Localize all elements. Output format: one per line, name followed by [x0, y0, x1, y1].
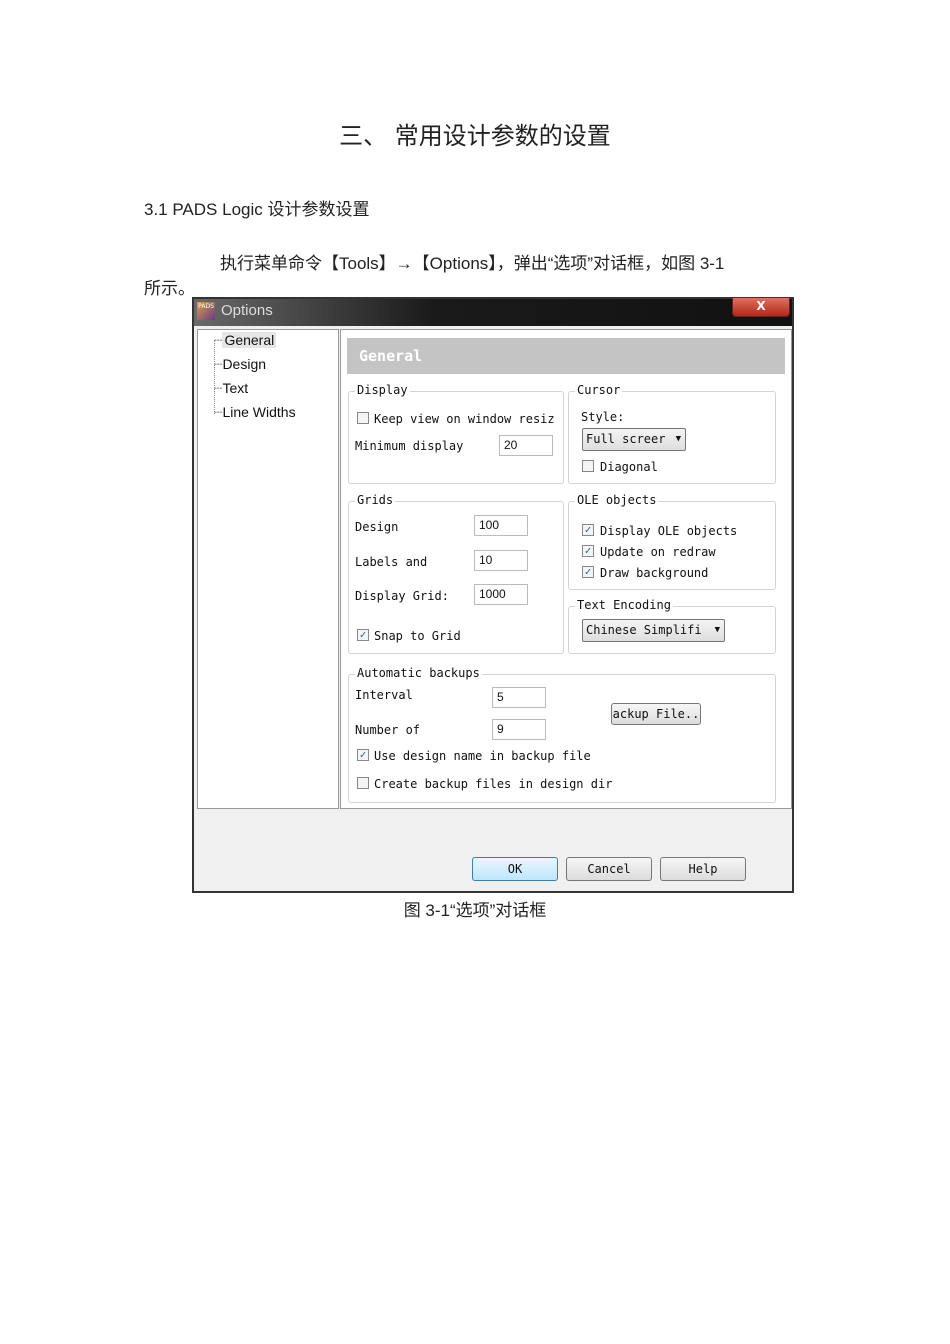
paragraph-line: 执行菜单命令【Tools】→【Options】，弹出“选项”对话框，如图 3-1	[220, 254, 725, 273]
options-dialog: PADS Options X ┄ General ┄Design ┄Text ┄L…	[192, 297, 794, 893]
field-label: Labels and	[355, 555, 428, 569]
section-heading: 三、 常用设计参数的设置	[339, 122, 611, 150]
panel-header: General	[347, 338, 785, 374]
checkbox-label: Update on redraw	[600, 545, 716, 559]
labels-grid-input[interactable]: 10	[474, 550, 528, 571]
chevron-down-icon: ▼	[675, 434, 681, 444]
display-ole-checkbox[interactable]: ✓	[582, 524, 594, 536]
group-legend: Text Encoding	[575, 598, 673, 612]
cancel-button[interactable]: Cancel	[566, 857, 652, 881]
paragraph-line: 所示。	[144, 279, 195, 298]
field-label: Number of	[355, 723, 421, 737]
figure-caption: 图 3-1“选项”对话框	[403, 901, 547, 920]
update-on-redraw-checkbox[interactable]: ✓	[582, 545, 594, 557]
chevron-down-icon: ▼	[714, 625, 720, 635]
grids-group: Grids Design 100 Labels and 10 Display G…	[348, 493, 564, 654]
checkbox-label: Draw background	[600, 566, 709, 580]
ole-objects-group: OLE objects ✓ Display OLE objects ✓ Upda…	[568, 493, 776, 590]
group-legend: Display	[355, 383, 410, 397]
checkbox-label: Keep view on window resiz	[374, 412, 555, 426]
title-bar[interactable]: PADS Options X	[194, 297, 792, 326]
checkbox-label: Snap to Grid	[374, 629, 461, 643]
cursor-style-dropdown[interactable]: Full screer ▼	[582, 428, 686, 451]
backup-number-input[interactable]: 9	[492, 719, 546, 740]
min-display-input[interactable]: 20	[499, 435, 553, 456]
checkbox-label: Display OLE objects	[600, 524, 738, 538]
snap-to-grid-checkbox[interactable]: ✓	[357, 629, 369, 641]
draw-background-checkbox[interactable]: ✓	[582, 566, 594, 578]
cursor-group: Cursor Style: Full screer ▼ Diagonal	[568, 383, 776, 484]
keep-view-checkbox[interactable]	[357, 412, 369, 424]
checkbox-label: Create backup files in design dir	[374, 777, 613, 791]
app-icon: PADS	[197, 302, 215, 320]
backup-file-button[interactable]: ackup File..	[611, 703, 701, 725]
document-page: 三、 常用设计参数的设置 3.1 PADS Logic 设计参数设置 执行菜单命…	[0, 0, 950, 1344]
group-legend: Cursor	[575, 383, 623, 397]
field-label: Design	[355, 520, 399, 534]
subsection-heading: 3.1 PADS Logic 设计参数设置	[144, 200, 370, 219]
use-design-name-checkbox[interactable]: ✓	[357, 749, 369, 761]
group-legend: OLE objects	[575, 493, 659, 507]
help-button[interactable]: Help	[660, 857, 746, 881]
general-panel: General Display Keep view on window resi…	[340, 329, 792, 809]
create-backup-in-dir-checkbox[interactable]	[357, 777, 369, 789]
checkbox-label: Diagonal	[600, 460, 658, 474]
group-legend: Grids	[355, 493, 396, 507]
backup-interval-input[interactable]: 5	[492, 687, 546, 708]
design-grid-input[interactable]: 100	[474, 515, 528, 536]
close-button[interactable]: X	[732, 297, 790, 317]
automatic-backups-group: Automatic backups Interval 5 Number of 9…	[348, 666, 776, 803]
close-icon: X	[756, 299, 766, 313]
text-encoding-dropdown[interactable]: Chinese Simplifi ▼	[582, 619, 725, 642]
category-tree: ┄ General ┄Design ┄Text ┄Line Widths	[197, 329, 339, 809]
tree-item-design[interactable]: ┄Design	[214, 356, 266, 373]
tree-item-text[interactable]: ┄Text	[214, 380, 248, 397]
text-encoding-group: Text Encoding Chinese Simplifi ▼	[568, 598, 776, 654]
display-grid-input[interactable]: 1000	[474, 584, 528, 605]
checkbox-label: Use design name in backup file	[374, 749, 591, 763]
tree-item-general[interactable]: ┄ General	[214, 332, 277, 349]
tree-item-line-widths[interactable]: ┄Line Widths	[214, 404, 296, 421]
dialog-title: Options	[221, 302, 273, 319]
field-label: Interval	[355, 688, 413, 702]
field-label: Minimum display	[355, 439, 464, 453]
diagonal-checkbox[interactable]	[582, 460, 594, 472]
field-label: Display Grid:	[355, 589, 449, 603]
group-legend: Automatic backups	[355, 666, 482, 680]
ok-button[interactable]: OK	[472, 857, 558, 881]
display-group: Display Keep view on window resiz Minimu…	[348, 383, 564, 484]
field-label: Style:	[581, 410, 625, 424]
